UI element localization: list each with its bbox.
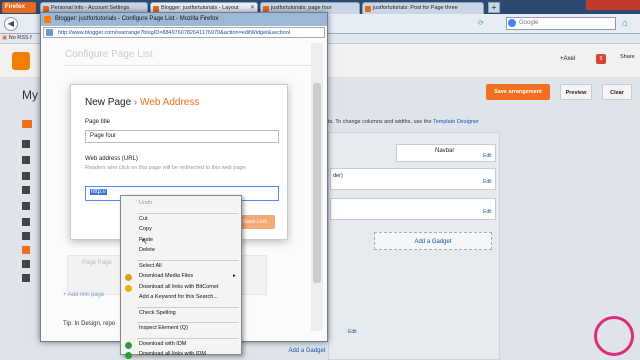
trophy-icon[interactable]	[22, 232, 30, 240]
window-title: Blogger: justfortutorials - Configure Pa…	[41, 13, 327, 26]
menu-item-download-all-links-with-bitcomet[interactable]: Download all links with BitComet	[139, 284, 218, 290]
add-gadget-button-bottom[interactable]: Add a Gadget	[252, 344, 362, 358]
campaigns-icon[interactable]	[22, 218, 30, 226]
tab-label: Blogger: justfortutorials - Layout	[161, 5, 239, 11]
layout-icon[interactable]	[22, 246, 30, 254]
notification-bell-icon[interactable]: 9	[596, 54, 606, 64]
comments-icon[interactable]	[22, 172, 30, 180]
page-title-label: Page title	[85, 119, 111, 125]
menu-item-undo: Undo	[139, 200, 153, 206]
selected-text: http://	[90, 189, 108, 195]
menu-item-check-spelling[interactable]: Check Spelling	[139, 310, 176, 316]
menu-item-inspect-element-q[interactable]: Inspect Element (Q)	[139, 325, 188, 331]
pages-gadget[interactable]: Edit	[330, 198, 496, 220]
tab-label: Personal Info - Account Settings	[51, 5, 130, 11]
submenu-arrow-icon: ▸	[233, 273, 236, 279]
tip-text: Tip: In Design, repo	[63, 321, 116, 327]
edit-link[interactable]: Edit	[483, 179, 492, 185]
blogger-side-nav	[22, 120, 32, 282]
gadget-title: der)	[333, 173, 343, 179]
menu-separator	[137, 322, 239, 323]
back-icon[interactable]: ◀	[4, 17, 18, 31]
download-icon	[125, 352, 132, 359]
menu-separator	[137, 337, 239, 339]
edit-link[interactable]: Edit	[483, 153, 492, 159]
tab-label: justfortutorials: Post for Page three	[373, 5, 458, 11]
download-icon	[125, 341, 132, 349]
rss-icon: ▣	[2, 35, 8, 41]
search-input[interactable]: Google	[506, 17, 616, 30]
menu-item-add-a-keyword-for-this-search[interactable]: Add a Keyword for this Search...	[139, 294, 218, 300]
posts-icon[interactable]	[22, 120, 32, 128]
reload-icon[interactable]: ⟳	[478, 19, 492, 29]
window-controls[interactable]	[586, 0, 640, 10]
earnings-icon[interactable]	[22, 202, 30, 210]
home-icon[interactable]: ⌂	[622, 18, 634, 30]
menu-separator	[137, 306, 239, 308]
popup-address-bar[interactable]: http://www.blogger.com/rearrange?blogID=…	[43, 27, 325, 38]
menu-item-delete[interactable]: Delete	[139, 247, 155, 253]
google-icon	[508, 19, 516, 27]
bookmark-item[interactable]: ▣ No RSS f	[2, 35, 32, 41]
menu-separator	[137, 212, 239, 214]
overview-icon[interactable]	[22, 140, 30, 148]
edit-link[interactable]: Edit	[483, 209, 492, 215]
breadcrumb-new-page: New Page	[85, 97, 132, 108]
edit-link[interactable]: Edit	[348, 329, 357, 335]
header-gadget[interactable]: der) Edit	[330, 168, 496, 190]
menu-item-copy[interactable]: Copy	[139, 226, 152, 232]
pages-icon[interactable]	[22, 156, 30, 164]
gadget-title: Navbar	[435, 148, 455, 154]
dialog-heading: Configure Page List	[65, 49, 153, 60]
breadcrumb-web-address: Web Address	[140, 97, 200, 108]
menu-item-download-media-files[interactable]: Download Media Files	[139, 273, 193, 279]
page-heading-partial: My	[22, 88, 38, 102]
mouse-cursor-icon: ↖	[141, 237, 148, 246]
share-button[interactable]: Share	[620, 54, 635, 60]
add-link-page[interactable]: + Add link page	[63, 292, 104, 298]
menu-item-select-all[interactable]: Select All	[139, 263, 162, 269]
scroll-thumb[interactable]	[313, 83, 321, 283]
layout-hint: ts. To change columns and widths, use th…	[328, 119, 479, 125]
close-tab-icon[interactable]: ✕	[250, 4, 255, 11]
user-name[interactable]: +Axel	[560, 56, 575, 62]
tab-post-page-three[interactable]: justfortutorials: Post for Page three	[362, 2, 484, 14]
popup-scrollbar[interactable]	[311, 43, 323, 331]
tab-label: justfortutorials: page four	[271, 5, 332, 11]
clear-button[interactable]: Clear	[602, 84, 632, 100]
web-address-label: Web address (URL)	[85, 156, 138, 162]
blogger-favicon-icon	[44, 16, 51, 23]
template-icon[interactable]	[22, 260, 30, 268]
add-gadget-button[interactable]: Add a Gadget	[374, 232, 492, 250]
menu-separator	[137, 259, 239, 261]
page-item-label: Page Page	[82, 260, 112, 266]
save-arrangement-button[interactable]: Save arrangement	[486, 84, 550, 100]
site-identity-icon	[46, 29, 53, 36]
blogger-logo-icon[interactable]	[12, 52, 30, 70]
download-icon	[125, 284, 132, 292]
preview-button[interactable]: Preview	[560, 84, 592, 100]
watermark-logo	[594, 316, 634, 356]
firefox-menu-button[interactable]: Firefox	[2, 2, 36, 13]
new-tab-button[interactable]: +	[488, 2, 500, 13]
web-address-hint: Readers who click on this page will be r…	[85, 165, 248, 171]
navbar-gadget[interactable]: Navbar Edit	[396, 144, 496, 162]
settings-icon[interactable]	[22, 274, 30, 282]
breadcrumb-separator: ›	[133, 97, 138, 108]
menu-item-download-all-links-with-idm[interactable]: Download all links with IDM	[139, 351, 206, 357]
dialog-breadcrumb: New Page › Web Address	[85, 97, 199, 108]
download-icon	[125, 274, 132, 281]
stats-icon[interactable]	[22, 186, 30, 194]
blogger-favicon-icon	[365, 6, 371, 12]
template-designer-link[interactable]: Template Designer	[433, 119, 479, 125]
menu-item-download-with-idm[interactable]: Download with IDM	[139, 341, 186, 347]
context-menu: Undo Cut Copy Paste Delete Select All Download…	[120, 195, 242, 359]
page-title-input[interactable]: Page four	[85, 130, 279, 143]
divider	[65, 65, 315, 66]
menu-item-cut[interactable]: Cut	[139, 216, 148, 222]
